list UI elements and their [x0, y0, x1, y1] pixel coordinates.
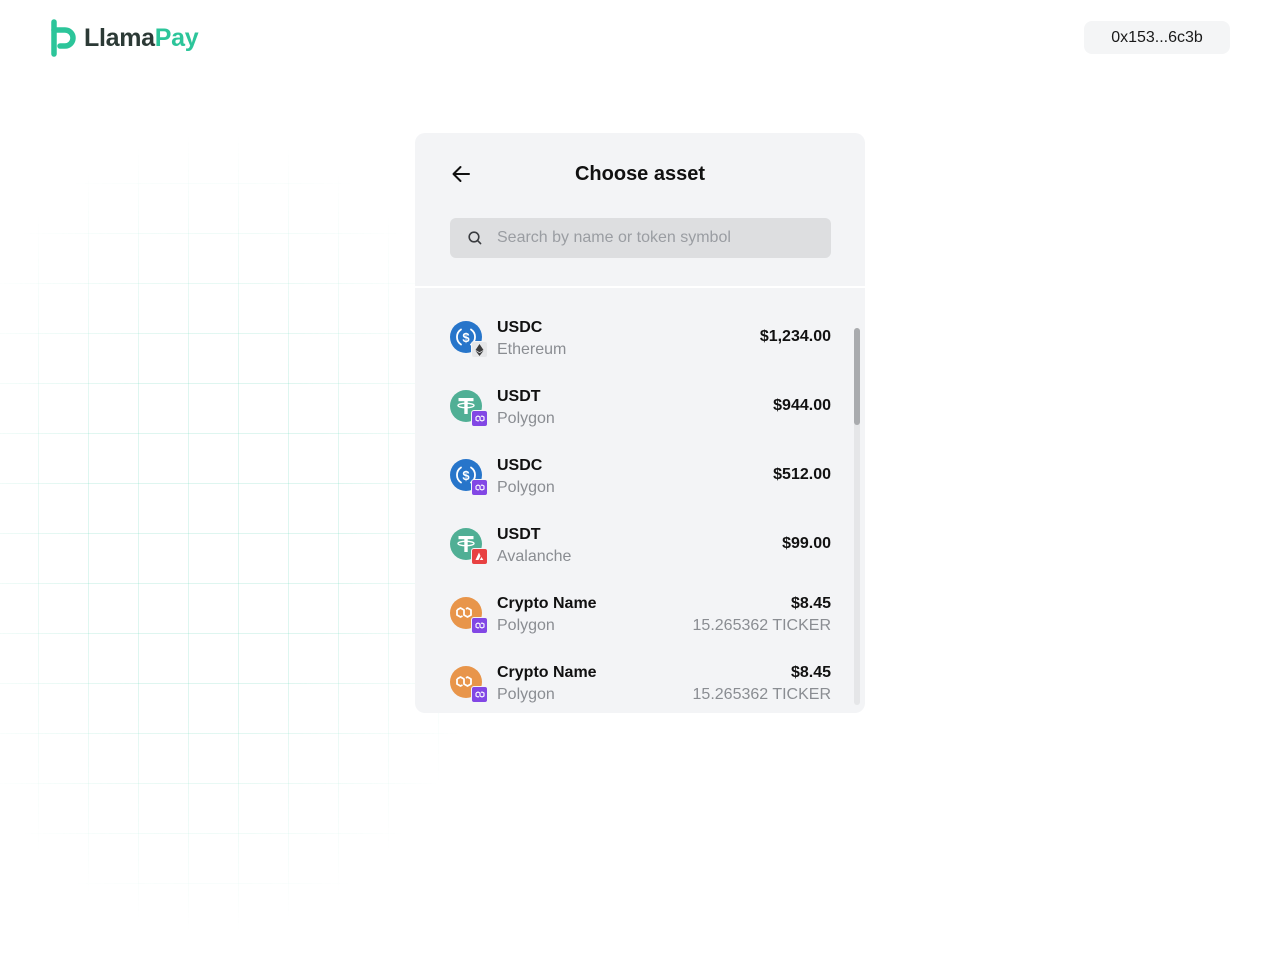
asset-symbol: USDT — [497, 388, 541, 405]
asset-value: $512.00 — [773, 466, 831, 483]
scrollbar-thumb[interactable] — [854, 328, 860, 425]
asset-symbol: USDT — [497, 526, 541, 543]
asset-row[interactable]: USDT Polygon $944.00 — [415, 373, 865, 439]
svg-text:$: $ — [462, 330, 470, 345]
logo-text-llama: Llama — [84, 24, 155, 52]
asset-amount: 15.265362 TICKER — [692, 617, 831, 634]
asset-row[interactable]: $ USDC Ethereum $1,234.00 — [415, 304, 865, 370]
asset-row[interactable]: $ USDC Polygon $512.00 — [415, 442, 865, 508]
asset-symbol: Crypto Name — [497, 664, 597, 681]
asset-value: $99.00 — [782, 535, 831, 552]
asset-icon — [450, 390, 488, 428]
logo-text-pay: Pay — [154, 24, 199, 52]
search-icon — [467, 230, 483, 246]
asset-chain: Ethereum — [497, 341, 567, 358]
asset-icon: $ — [450, 321, 488, 359]
asset-chain: Polygon — [497, 410, 555, 427]
page: LlamaPay 0x153...6c3b Choose asset Searc… — [0, 0, 1280, 975]
asset-amount: 15.265362 TICKER — [692, 686, 831, 703]
asset-icon — [450, 528, 488, 566]
asset-row[interactable]: Crypto Name Polygon $8.45 15.265362 TICK… — [415, 580, 865, 646]
asset-chain: Polygon — [497, 686, 555, 703]
asset-value: $8.45 — [790, 595, 831, 612]
avalanche-icon — [471, 548, 488, 565]
panel-divider — [415, 286, 865, 288]
search-box[interactable] — [450, 218, 831, 258]
panel-title: Choose asset — [574, 163, 706, 185]
asset-value: $944.00 — [773, 397, 831, 414]
asset-row[interactable]: Crypto Name Polygon $8.45 15.265362 TICK… — [415, 649, 865, 713]
wallet-address-button[interactable]: 0x153...6c3b — [1084, 21, 1230, 54]
polygon-icon — [471, 410, 488, 427]
svg-text:$: $ — [462, 468, 470, 483]
asset-row[interactable]: USDT Avalanche $99.00 — [415, 511, 865, 577]
asset-value: $1,234.00 — [759, 328, 831, 345]
logo-wordmark: LlamaPay — [84, 18, 199, 58]
asset-chain: Polygon — [497, 479, 555, 496]
asset-list-scrollbar[interactable] — [854, 328, 860, 705]
llamapay-logo[interactable]: LlamaPay — [50, 18, 199, 58]
polygon-icon — [471, 686, 488, 703]
asset-symbol: USDC — [497, 319, 543, 336]
search-input[interactable] — [497, 229, 817, 247]
asset-icon: $ — [450, 459, 488, 497]
asset-chain: Polygon — [497, 617, 555, 634]
polygon-icon — [471, 479, 488, 496]
asset-list: $ USDC Ethereum $1,234.00 USDT Polygon $… — [415, 304, 865, 713]
asset-icon — [450, 666, 488, 704]
ethereum-icon — [471, 341, 488, 358]
asset-symbol: USDC — [497, 457, 543, 474]
asset-icon — [450, 597, 488, 635]
polygon-icon — [471, 617, 488, 634]
asset-symbol: Crypto Name — [497, 595, 597, 612]
llamapay-logo-icon — [50, 19, 78, 57]
asset-chain: Avalanche — [497, 548, 572, 565]
asset-value: $8.45 — [790, 664, 831, 681]
